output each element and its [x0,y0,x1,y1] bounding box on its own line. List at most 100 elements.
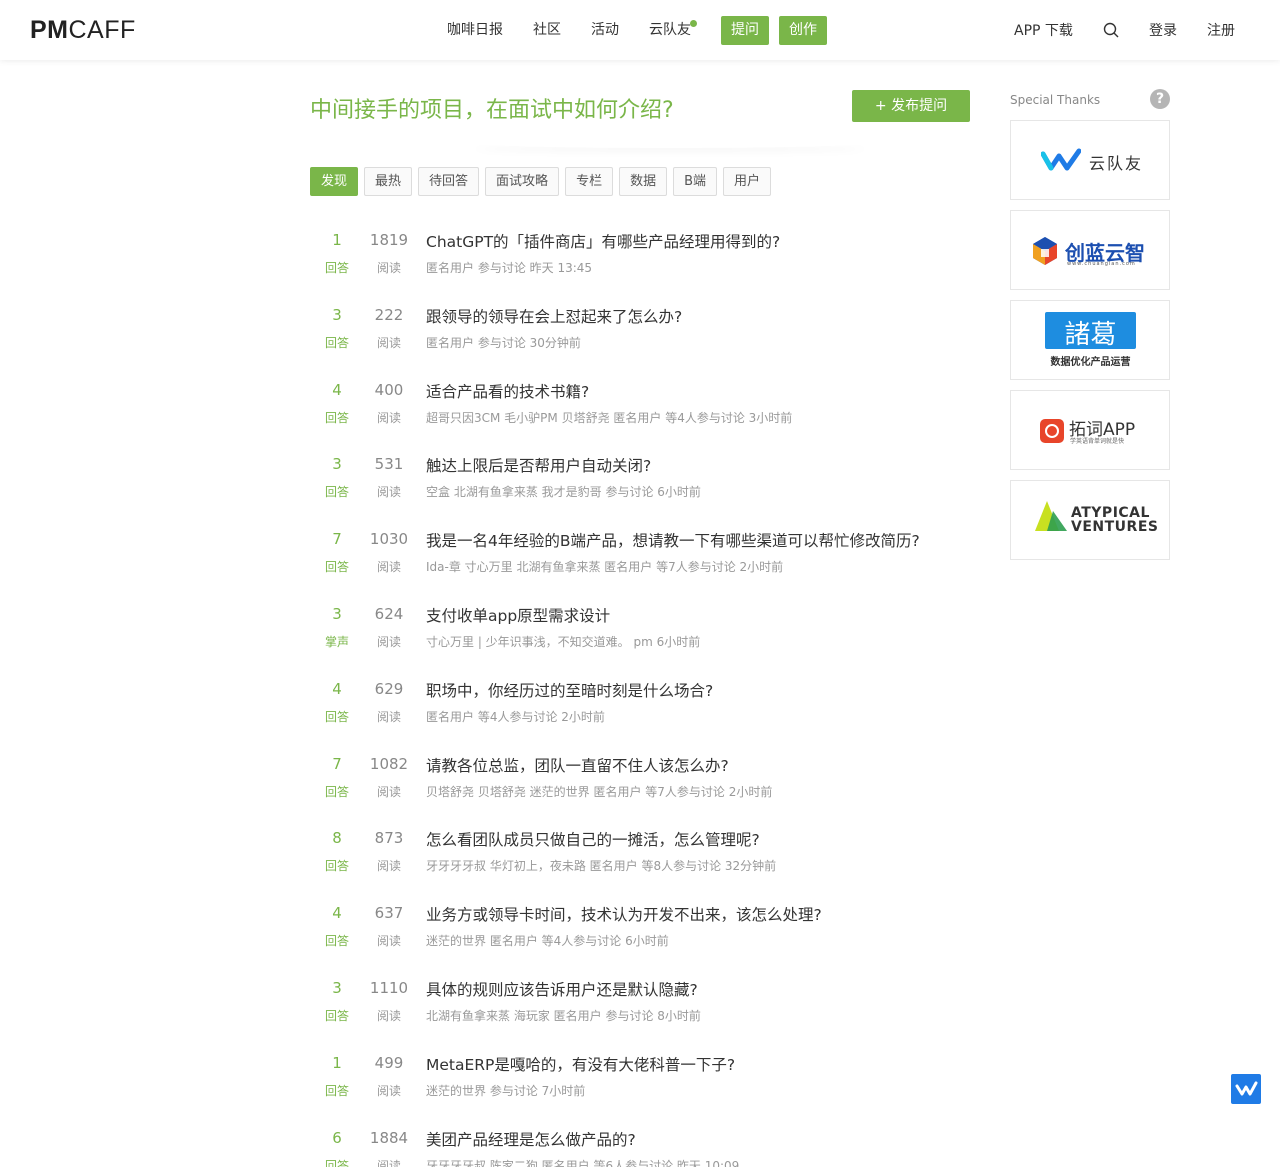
view-count-label: 阅读 [376,1158,401,1167]
view-count-label: 阅读 [376,335,401,350]
tab-columns[interactable]: 专栏 [565,167,614,196]
question-meta: 贝塔舒尧 贝塔舒尧 迷茫的世界 匿名用户 等7人参与讨论 2小时前 [426,784,773,799]
publish-question-button[interactable]: + 发布提问 [852,90,970,122]
nav-cloud-teammate[interactable]: 云队友 [649,15,697,45]
view-count: 1082 [369,754,409,773]
question-title-link[interactable]: 触达上限后是否帮用户自动关闭? [426,454,651,476]
search-icon[interactable] [1103,22,1119,38]
question-meta: 寸心万里 | 少年识事浅，不知交道难。 pm 6小时前 [426,634,701,649]
answer-count-label: 回答 [324,934,349,949]
tab-unanswered[interactable]: 待回答 [418,167,480,196]
view-count-label: 阅读 [376,261,401,275]
answer-count-label: 掌声 [324,634,349,649]
question-row: 1 回答 499 阅读 MetaERP是嘎哈的，有没有大佬科普一下子? 迷茫的世… [310,1044,970,1119]
tab-interview-guide[interactable]: 面试攻略 [485,167,560,196]
view-count-label: 阅读 [376,709,401,724]
question-meta: 匿名用户 参与讨论 30分钟前 [426,335,581,350]
question-list: 1 回答 1819 阅读 ChatGPT的「插件商店」有哪些产品经理用得到的? … [310,221,970,1167]
pmcaff-logo[interactable]: PMCAFF [30,16,136,45]
question-row: 3 回答 222 阅读 跟领导的领导在会上怼起来了怎么办? 匿名用户 参与讨论 … [310,296,970,371]
title-divider-shadow [470,138,870,148]
answer-count: 4 [332,904,342,923]
zhuge-logo-box: 諸葛 [1045,312,1136,350]
view-count-label: 阅读 [376,934,401,949]
answer-count: 3 [332,978,342,997]
question-title-link[interactable]: 具体的规则应该告诉用户还是默认隐藏? [426,978,698,1000]
question-row: 4 回答 629 阅读 职场中，你经历过的至暗时刻是什么场合? 匿名用户 等4人… [310,670,970,745]
tab-users[interactable]: 用户 [723,167,772,196]
sponsor-name: 云队友 [1089,154,1144,173]
question-row: 1 回答 1819 阅读 ChatGPT的「插件商店」有哪些产品经理用得到的? … [310,221,970,296]
main-nav: 咖啡日报 社区 活动 云队友 提问 创作 [447,15,837,45]
view-count: 1030 [369,530,409,549]
ask-button[interactable]: 提问 [721,15,769,45]
question-meta: 匿名用户 等4人参与讨论 2小时前 [426,709,605,724]
view-count: 499 [374,1053,404,1072]
answer-count: 3 [332,604,342,623]
question-row: 3 回答 1110 阅读 具体的规则应该告诉用户还是默认隐藏? 北湖有鱼拿来蒸 … [310,969,970,1044]
tab-b2b[interactable]: B端 [673,167,718,196]
question-meta: 空盒 北湖有鱼拿来蒸 我才是豹哥 参与讨论 6小时前 [426,485,701,500]
answer-count: 1 [332,231,342,249]
question-meta: 超哥只因3CM 毛小驴PM 贝塔舒尧 匿名用户 等4人参与讨论 3小时前 [426,410,793,425]
answer-count-label: 回答 [324,335,349,350]
question-title-link[interactable]: 支付收单app原型需求设计 [426,604,610,626]
question-row: 3 回答 531 阅读 触达上限后是否帮用户自动关闭? 空盒 北湖有鱼拿来蒸 我… [310,445,970,520]
floating-yunduiyou-button[interactable] [1231,1074,1261,1104]
nav-coffee-daily[interactable]: 咖啡日报 [447,15,503,45]
sponsor-yunduiyou[interactable]: 云队友 [1010,120,1170,200]
question-title-link[interactable]: 美团产品经理是怎么做产品的? [426,1128,636,1150]
yunduiyou-float-icon [1235,1081,1258,1096]
answer-count: 7 [332,530,342,549]
special-thanks-label: Special Thanks [1010,93,1101,107]
answer-count: 3 [332,455,342,474]
login-link[interactable]: 登录 [1149,15,1177,45]
question-row: 7 回答 1030 阅读 我是一名4年经验的B端产品，想请教一下有哪些渠道可以帮… [310,520,970,595]
register-link[interactable]: 注册 [1207,15,1235,45]
answer-count-label: 回答 [324,1008,349,1023]
question-row: 6 回答 1884 阅读 美团产品经理是怎么做产品的? 牙牙牙牙叔 陈家二狗 匿… [310,1119,970,1167]
sponsor-atypical-ventures[interactable]: ATYPICAL VENTURES [1010,480,1170,560]
question-title-link[interactable]: MetaERP是嘎哈的，有没有大佬科普一下子? [426,1053,735,1075]
question-meta: 迷茫的世界 参与讨论 7小时前 [426,1083,586,1098]
question-row: 3 掌声 624 阅读 支付收单app原型需求设计 寸心万里 | 少年识事浅，不… [310,595,970,670]
nav-activities[interactable]: 活动 [591,15,619,45]
top-header: PMCAFF 咖啡日报 社区 活动 云队友 提问 创作 APP 下载 登录 注册 [0,0,1280,60]
answer-count-label: 回答 [324,784,349,799]
question-meta: Ida-章 寸心万里 北湖有鱼拿来蒸 匿名用户 等7人参与讨论 2小时前 [426,560,784,575]
question-meta: 匿名用户 参与讨论 昨天 13:45 [426,261,593,275]
tab-discover[interactable]: 发现 [310,167,359,196]
view-count-label: 阅读 [376,1083,401,1098]
question-row: 7 回答 1082 阅读 请教各位总监，团队一直留不住人该怎么办? 贝塔舒尧 贝… [310,745,970,820]
answer-count: 8 [332,829,342,848]
view-count-label: 阅读 [376,1008,401,1023]
app-download-link[interactable]: APP 下载 [1014,15,1073,45]
question-title-link[interactable]: ChatGPT的「插件商店」有哪些产品经理用得到的? [426,230,780,252]
sponsor-tuoci[interactable]: 拓词APP 学英语背单词就是快 [1010,390,1170,470]
question-title-link[interactable]: 我是一名4年经验的B端产品，想请教一下有哪些渠道可以帮忙修改简历? [426,529,920,551]
view-count: 1819 [369,231,409,249]
yunduiyou-logo-icon [1041,148,1081,171]
view-count: 222 [374,305,404,324]
tab-data[interactable]: 数据 [619,167,668,196]
sponsor-zhuge[interactable]: 諸葛 数据优化产品运营 [1010,300,1170,380]
chuanglan-logo-icon [1033,237,1057,265]
view-count: 400 [374,380,404,399]
sponsor-subtitle: 学英语背单词就是快 [1070,438,1125,445]
help-icon[interactable]: ? [1150,89,1170,109]
question-title-link[interactable]: 业务方或领导卡时间，技术认为开发不出来，该怎么处理? [426,903,822,925]
new-dot-badge [690,20,697,27]
question-title-link[interactable]: 适合产品看的技术书籍? [426,380,589,402]
view-count: 1110 [369,978,409,997]
sponsor-name-line-2: VENTURES [1071,519,1159,535]
sponsor-chuanglan[interactable]: 创蓝云智 www.chuanglan.com [1010,210,1170,290]
question-title-link[interactable]: 怎么看团队成员只做自己的一摊活，怎么管理呢? [426,828,760,850]
tab-hottest[interactable]: 最热 [364,167,413,196]
question-title-link[interactable]: 请教各位总监，团队一直留不住人该怎么办? [426,754,729,776]
question-title-link[interactable]: 跟领导的领导在会上怼起来了怎么办? [426,305,682,327]
create-button[interactable]: 创作 [779,15,827,45]
nav-community[interactable]: 社区 [533,15,561,45]
answer-count-label: 回答 [324,410,349,425]
category-tabs: 发现 最热 待回答 面试攻略 专栏 数据 B端 用户 [310,167,777,196]
question-title-link[interactable]: 职场中，你经历过的至暗时刻是什么场合? [426,679,713,701]
